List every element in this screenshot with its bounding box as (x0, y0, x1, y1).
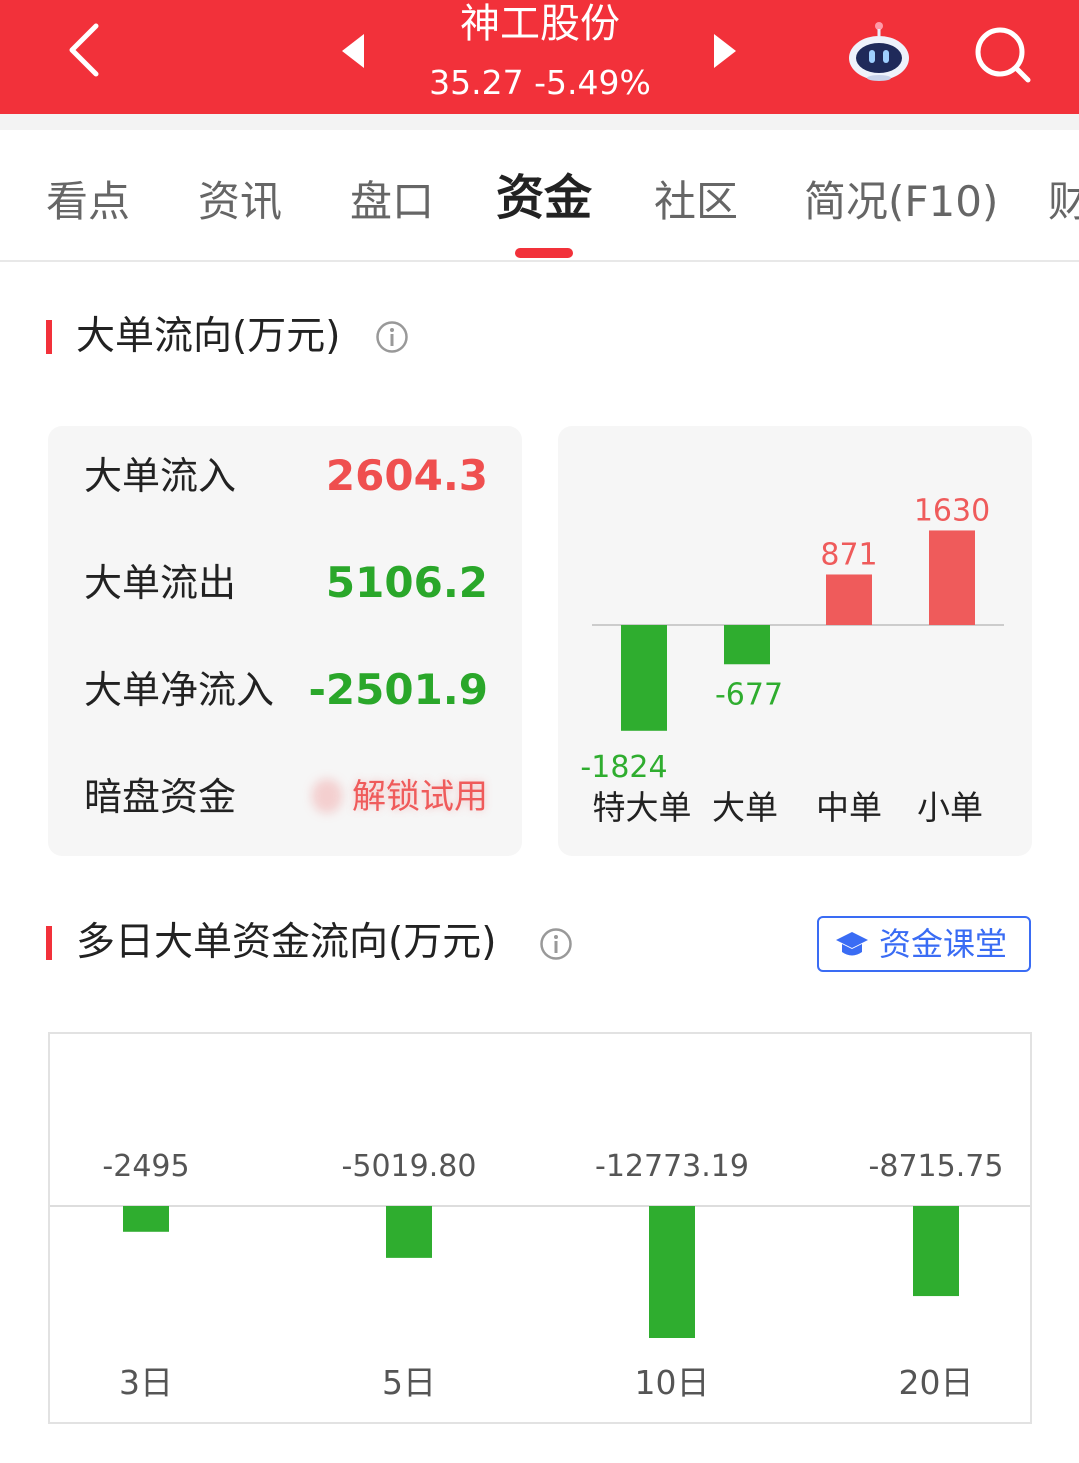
order-size-bar-chart: -1824 -677 871 1630 特大单 大单 中单 小单 (580, 493, 1004, 827)
unlock-trial-link[interactable]: 解锁试用 (352, 771, 488, 823)
big-order-outflow-label: 大单流出 (84, 561, 237, 605)
big-order-inflow-value: 2604.3 (325, 451, 488, 500)
bar-2 (649, 1206, 695, 1338)
bar-3 (929, 530, 975, 625)
multi-day-heading: 多日大单资金流向(万元) (46, 918, 546, 968)
big-order-outflow-row: 大单流出 5106.2 (84, 553, 488, 613)
multi-day-bar-chart: -2495 3日 -5019.80 5日 -12773.19 10日 -8715.75 20日 (50, 1149, 1030, 1402)
tab-order-book[interactable]: 盘口 (350, 174, 434, 230)
category-label-1: 5日 (382, 1363, 436, 1402)
category-label-3: 小单 (917, 788, 983, 827)
tab-profile-f10[interactable]: 简况(F10) (804, 174, 998, 230)
big-order-inflow-row: 大单流入 2604.3 (84, 446, 488, 506)
category-label-0: 3日 (119, 1363, 173, 1402)
bar-value-label-2: 871 (820, 537, 877, 572)
capital-course-label: 资金课堂 (879, 925, 1008, 963)
tab-finance[interactable]: 财 (1048, 174, 1079, 230)
active-tab-indicator (515, 248, 573, 258)
bar-0 (123, 1206, 169, 1232)
stock-quote: 35.27 -5.49% (429, 63, 651, 102)
dark-pool-label: 暗盘资金 (84, 775, 237, 819)
big-order-title: 大单流向(万元) (76, 314, 341, 359)
bar-value-label-0: -2495 (102, 1149, 189, 1184)
big-order-outflow-value: 5106.2 (325, 558, 488, 607)
bar-value-label-3: 1630 (914, 493, 990, 528)
category-label-2: 中单 (816, 788, 882, 827)
multi-day-title: 多日大单资金流向(万元) (76, 920, 497, 965)
bar-3 (913, 1206, 959, 1297)
dark-pool-row: 暗盘资金 解锁试用 (84, 767, 488, 827)
bar-value-label-0: -1824 (580, 750, 667, 785)
bar-2 (826, 574, 872, 625)
stock-name: 神工股份 (460, 1, 620, 47)
bar-value-label-1: -5019.80 (342, 1149, 477, 1184)
back-arrow-icon[interactable] (60, 20, 110, 80)
heading-accent-bar (46, 926, 52, 960)
big-order-summary-card: 大单流入 2604.3 大单流出 5106.2 大单净流入 -2501.9 暗盘… (48, 426, 522, 856)
category-label-0: 特大单 (593, 788, 692, 827)
order-size-chart-card: -1824 -677 871 1630 特大单 大单 中单 小单 (558, 426, 1032, 856)
blurred-value (312, 779, 342, 813)
search-icon[interactable] (972, 24, 1032, 84)
capital-course-button[interactable]: 资金课堂 (817, 916, 1031, 972)
category-label-3: 20日 (899, 1363, 974, 1402)
tab-capital-flow[interactable]: 资金 (496, 170, 592, 226)
multi-day-chart-box: -2495 3日 -5019.80 5日 -12773.19 10日 -8715.75 20日 (48, 1032, 1032, 1424)
big-order-net-row: 大单净流入 -2501.9 (84, 660, 488, 720)
category-label-1: 大单 (712, 788, 778, 827)
big-order-net-label: 大单净流入 (84, 668, 275, 712)
bar-value-label-1: -677 (715, 677, 783, 712)
heading-accent-bar (46, 320, 52, 354)
big-order-inflow-label: 大单流入 (84, 454, 237, 498)
bar-value-label-3: -8715.75 (869, 1149, 1004, 1184)
bar-1 (724, 625, 770, 665)
tab-community[interactable]: 社区 (654, 174, 738, 230)
graduation-cap-icon (836, 932, 868, 956)
next-stock-icon[interactable] (714, 34, 736, 68)
category-label-2: 10日 (635, 1363, 710, 1402)
bar-0 (621, 625, 667, 731)
previous-stock-icon[interactable] (342, 34, 364, 68)
robot-assistant-icon[interactable] (846, 20, 912, 82)
big-order-net-value: -2501.9 (308, 665, 488, 714)
tab-highlights[interactable]: 看点 (46, 174, 130, 230)
info-icon[interactable] (539, 927, 573, 961)
bar-value-label-2: -12773.19 (595, 1149, 749, 1184)
bar-1 (386, 1206, 432, 1258)
header-separator (0, 114, 1079, 144)
tab-news[interactable]: 资讯 (198, 174, 282, 230)
info-icon[interactable] (375, 320, 409, 354)
tab-bar: 看点 资讯 盘口 资金 社区 简况(F10) 财 (0, 144, 1079, 262)
top-bar: 神工股份 35.27 -5.49% (0, 0, 1079, 114)
